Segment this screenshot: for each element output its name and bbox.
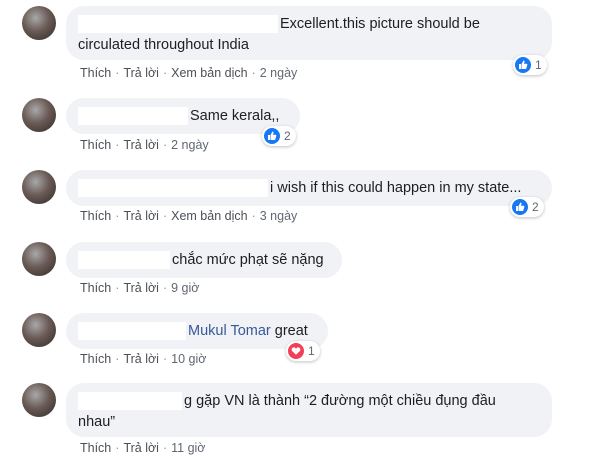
reply-link[interactable]: Trả lời [123, 209, 159, 223]
avatar-image [22, 6, 56, 40]
timestamp[interactable]: 10 giờ [171, 352, 206, 366]
comment-text: i wish if this could happen in my state.… [270, 180, 522, 196]
like-link[interactable]: Thích [80, 352, 111, 366]
avatar[interactable] [22, 242, 56, 276]
like-reaction-icon [512, 199, 528, 215]
comment-text: circulated throughout India [78, 37, 249, 53]
comment-text: great [270, 323, 308, 339]
comment-text: g gặp VN là thành “2 đường một chiều đụn… [184, 393, 496, 409]
mention-link[interactable]: Mukul Tomar [188, 323, 271, 339]
avatar[interactable] [22, 98, 56, 132]
redacted-name [78, 179, 268, 198]
avatar[interactable] [22, 383, 56, 417]
reaction-count[interactable]: 2 [510, 197, 544, 217]
like-link[interactable]: Thích [80, 138, 111, 152]
comment-actions: Thích · Trả lời · 2 ngày [80, 138, 209, 152]
redacted-name [78, 392, 182, 411]
avatar[interactable] [22, 6, 56, 40]
comment-actions: Thích · Trả lời · Xem bản dịch · 2 ngày [80, 66, 298, 80]
redacted-name [78, 15, 278, 34]
comment-bubble: chắc mức phạt sẽ nặng [66, 242, 342, 278]
avatar[interactable] [22, 170, 56, 204]
comment-bubble: g gặp VN là thành “2 đường một chiều đụn… [66, 383, 552, 437]
redacted-name [78, 251, 170, 270]
like-link[interactable]: Thích [80, 281, 111, 295]
timestamp[interactable]: 2 ngày [260, 66, 298, 80]
reaction-count-value: 2 [284, 129, 291, 143]
reaction-count-value: 1 [535, 58, 542, 72]
like-link[interactable]: Thích [80, 209, 111, 223]
timestamp[interactable]: 9 giờ [171, 281, 199, 295]
reaction-count[interactable]: 1 [513, 55, 547, 75]
like-reaction-icon [264, 128, 280, 144]
comment-text: chắc mức phạt sẽ nặng [172, 252, 324, 268]
reply-link[interactable]: Trả lời [123, 281, 159, 295]
like-link[interactable]: Thích [80, 66, 111, 80]
comment-text: nhau” [78, 414, 116, 430]
timestamp[interactable]: 11 giờ [171, 441, 205, 455]
comment-actions: Thích · Trả lời · Xem bản dịch · 3 ngày [80, 209, 298, 223]
comment-actions: Thích · Trả lời · 9 giờ [80, 281, 200, 295]
reply-link[interactable]: Trả lời [123, 441, 159, 455]
love-reaction-icon [288, 343, 304, 359]
timestamp[interactable]: 2 ngày [171, 138, 209, 152]
comment-text: Same kerala,, [190, 108, 280, 124]
reply-link[interactable]: Trả lời [123, 66, 159, 80]
comment-actions: Thích · Trả lời · 11 giờ [80, 441, 206, 455]
avatar-image [22, 98, 56, 132]
like-link[interactable]: Thích [80, 441, 111, 455]
avatar-image [22, 170, 56, 204]
avatar-image [22, 313, 56, 347]
timestamp[interactable]: 3 ngày [260, 209, 298, 223]
avatar[interactable] [22, 313, 56, 347]
redacted-name [78, 107, 188, 126]
avatar-image [22, 383, 56, 417]
redacted-name [78, 322, 186, 341]
reaction-count-value: 1 [308, 344, 315, 358]
reaction-count[interactable]: 2 [262, 126, 296, 146]
comment-actions: Thích · Trả lời · 10 giờ [80, 352, 207, 366]
translate-link[interactable]: Xem bản dịch [171, 66, 247, 80]
reply-link[interactable]: Trả lời [123, 352, 159, 366]
translate-link[interactable]: Xem bản dịch [171, 209, 247, 223]
like-reaction-icon [515, 57, 531, 73]
comment-text: Excellent.this picture should be [280, 16, 480, 32]
reply-link[interactable]: Trả lời [123, 138, 159, 152]
avatar-image [22, 242, 56, 276]
comment-bubble: i wish if this could happen in my state.… [66, 170, 552, 206]
reaction-count[interactable]: 1 [286, 341, 320, 361]
reaction-count-value: 2 [532, 200, 539, 214]
comment-bubble: Excellent.this picture should be circula… [66, 6, 552, 60]
